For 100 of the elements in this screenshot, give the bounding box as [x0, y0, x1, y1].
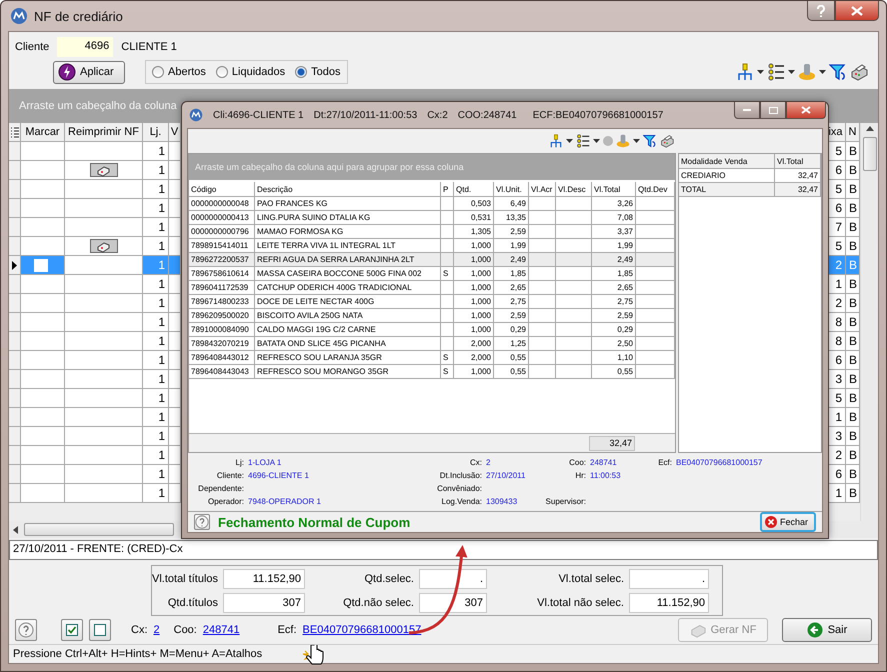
table-cell: 32,47	[775, 183, 821, 197]
close-icon	[801, 106, 811, 114]
info-label: Supervisor:	[544, 496, 586, 508]
printer-icon[interactable]	[660, 134, 674, 148]
total-field[interactable]: .	[629, 568, 709, 588]
empty-box-icon	[94, 624, 106, 636]
footer-total: 32,47	[589, 436, 635, 450]
item-row[interactable]: 7896714800233 DOCE DE LEITE NECTAR 400G 1,000 2,75 2,75	[189, 295, 675, 309]
maximize-button[interactable]	[760, 102, 786, 119]
app-logo-icon	[189, 108, 203, 122]
help-icon	[195, 514, 209, 530]
filter-icon[interactable]	[643, 134, 657, 148]
item-row[interactable]: 7896209500020 BISCOITO AVILA 250G NATA 1,000 2,59 2,59	[189, 309, 675, 323]
close-button[interactable]	[786, 102, 826, 119]
dialog-title: ECF:BE04070796681000157	[532, 110, 664, 120]
total-field[interactable]: .	[419, 568, 487, 588]
info-label: Coo:	[568, 457, 586, 469]
list-icon[interactable]	[767, 63, 785, 81]
check-all-button[interactable]	[61, 619, 83, 641]
footer-label: Ecf:	[278, 624, 297, 636]
total-label: Vl.total títulos	[152, 572, 218, 584]
checkbox[interactable]	[34, 258, 48, 272]
dialog-title: Cli:4696-CLIENTE 1	[213, 110, 304, 120]
group-panel: Arraste um cabeçalho da coluna aqui para agrupar por essa coluna	[189, 154, 675, 180]
table-cell	[636, 365, 675, 379]
caret-icon[interactable]	[757, 70, 764, 74]
column-header[interactable]: Modalidade Venda	[679, 154, 775, 169]
filter-icon[interactable]	[829, 63, 847, 81]
row-header[interactable]	[9, 256, 21, 275]
footer-label: Cx:	[131, 624, 148, 636]
footer-label: Coo:	[174, 624, 197, 636]
filter-radio[interactable]: Abertos	[152, 66, 206, 78]
close-dialog-button[interactable]: Fechar	[760, 512, 816, 532]
list-icon[interactable]	[576, 134, 590, 148]
info-value: BE04070796681000157	[676, 457, 764, 469]
scroll-left-icon[interactable]	[13, 526, 18, 534]
info-label: Dt.Inclusão:	[438, 470, 482, 482]
info-label: Operador:	[206, 496, 244, 508]
minimize-button[interactable]	[734, 102, 760, 119]
total-label: Vl.total não selec.	[536, 596, 624, 608]
table-cell	[169, 256, 181, 275]
info-label: Cx:	[469, 457, 482, 469]
filter-radio[interactable]: Todos	[295, 66, 340, 78]
printer-icon[interactable]	[850, 63, 868, 81]
printer-icon[interactable]	[90, 239, 118, 253]
caret-icon[interactable]	[788, 70, 795, 74]
exit-button[interactable]: Sair	[782, 618, 872, 642]
printer-icon[interactable]	[90, 163, 118, 177]
checked-box-icon	[66, 624, 78, 636]
item-row[interactable]: 7896408443043 REFRESCO SOU MORANGO 35GR S 1,000 0,55 0,55	[189, 365, 675, 379]
info-value: 1-LOJA 1	[248, 457, 282, 469]
footer-link[interactable]: 248741	[202, 624, 240, 636]
total-field[interactable]: 11.152,90	[629, 592, 709, 612]
total-field[interactable]: 307	[419, 592, 487, 612]
info-value: 11:00:53	[590, 470, 622, 482]
filter-radio[interactable]: Liquidados	[216, 66, 286, 78]
item-row[interactable]: 7898915414011 LEITE TERRA VIVA 1L INTEGRAL 1LT 1,000 1,99 1,99	[189, 239, 675, 253]
item-row[interactable]: 7896041172539 CATCHUP ODERICH 400G TRADICIONAL 1,000 2,65 2,65	[189, 281, 675, 295]
help-button[interactable]	[194, 514, 210, 530]
scroll-up-icon[interactable]	[866, 126, 874, 131]
item-row[interactable]: 7896758610614 MASSA CASEIRA BOCCONE 500G FINA 002 S 1,000 1,85 1,85	[189, 267, 675, 281]
total-field[interactable]: 11.152,90	[223, 568, 305, 588]
item-row[interactable]: 7891000084090 CALDO MAGGI 19G C/2 CARNE 1,000 0,29 0,29	[189, 323, 675, 337]
scrollbar-thumb[interactable]	[862, 137, 876, 171]
item-row[interactable]: 7898432070219 BATATA OND SLICE 45G PICANHA 2,000 1,25 2,50	[189, 337, 675, 351]
table-cell: S	[441, 365, 454, 379]
item-row[interactable]: 7896408443012 REFRESCO SOU LARANJA 35GR S 2,000 0,55 1,10	[189, 351, 675, 365]
client-code-field[interactable]: 4696	[57, 37, 114, 57]
column-header[interactable]: Vl.Total	[775, 154, 821, 169]
uncheck-all-button[interactable]	[89, 619, 111, 641]
table-cell	[529, 365, 556, 379]
item-row[interactable]: 0000000000048 PAO FRANCES KG 0,503 6,49 3,26	[189, 197, 675, 211]
help-button[interactable]	[15, 619, 37, 641]
total-label: Qtd.títulos	[166, 596, 218, 608]
total-field[interactable]: 307	[223, 592, 305, 612]
close-button[interactable]	[835, 1, 879, 21]
info-value: 27/10/2011	[486, 470, 526, 482]
help-button[interactable]	[807, 1, 835, 21]
lightning-icon	[58, 63, 76, 81]
vertical-scrollbar[interactable]	[860, 123, 878, 521]
info-value: 7948-OPERADOR 1	[248, 496, 322, 508]
info-label: Lj:	[234, 457, 244, 469]
dialog-title: COO:248741	[458, 110, 517, 120]
info-label: Dependente:	[197, 483, 244, 495]
close-icon	[851, 6, 863, 16]
minimize-icon	[743, 108, 751, 112]
footer-link[interactable]: 2	[154, 624, 160, 636]
hierarchy-icon[interactable]	[736, 63, 754, 81]
apply-button[interactable]: Aplicar	[53, 60, 125, 84]
table-cell: TOTAL	[679, 183, 775, 197]
hierarchy-icon[interactable]	[549, 134, 563, 148]
column-chooser-icon[interactable]	[10, 126, 18, 138]
footer-link[interactable]: BE04070796681000157	[302, 624, 422, 636]
item-row[interactable]: 7896272200537 REFRI AGUA DA SERRA LARANJINHA 2LT 1,000 2,49 2,49	[189, 253, 675, 267]
caret-icon[interactable]	[819, 70, 826, 74]
table-cell: 0,55	[592, 365, 636, 379]
item-row[interactable]: 0000000000796 MAMAO FORMOSA KG 1,305 2,59 3,37	[189, 225, 675, 239]
table-cell: REFRESCO SOU MORANGO 35GR	[255, 365, 441, 379]
total-label: Vl.total selec.	[558, 572, 624, 584]
item-row[interactable]: 0000000000413 LING.PURA SUINO DTALIA KG 0,531 13,35 7,08	[189, 211, 675, 225]
